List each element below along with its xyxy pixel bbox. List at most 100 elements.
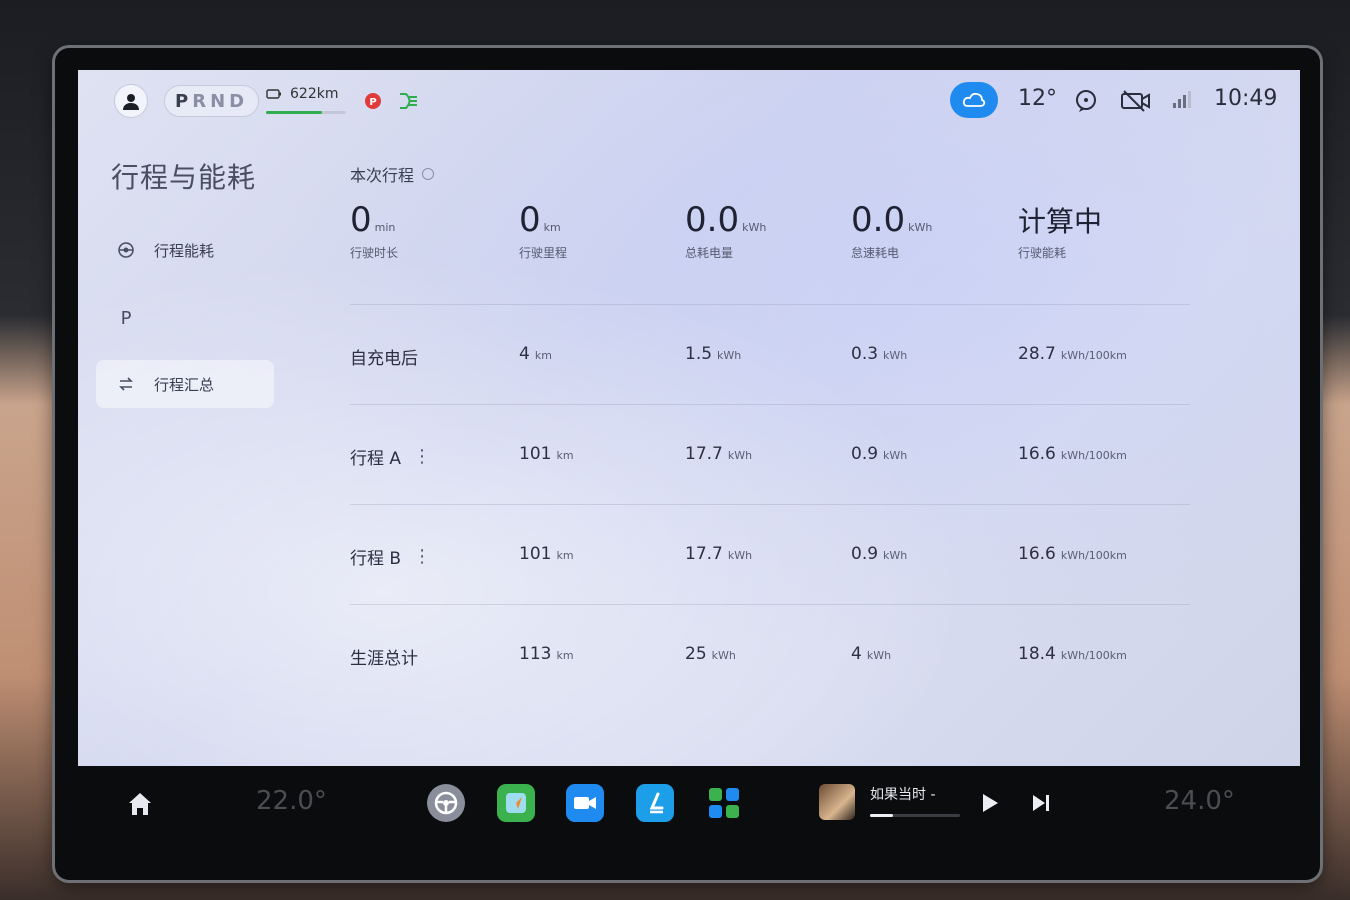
cell-value: 16.6 (1018, 444, 1056, 464)
cell-unit: km (556, 649, 574, 662)
driver-temperature[interactable]: 22.0° (256, 786, 327, 816)
cell-efficiency: 28.7 kWh/100km (1018, 344, 1127, 364)
cell-unit: kWh/100km (1060, 649, 1127, 662)
stat-caption: 总耗电量 (685, 246, 734, 260)
cell-energy: 25 kWh (685, 644, 736, 664)
sidebar-item-trip-energy[interactable]: 行程能耗 (96, 226, 274, 274)
navigation-icon[interactable] (497, 784, 535, 822)
camera-off-icon[interactable] (1120, 89, 1152, 113)
info-icon[interactable] (422, 168, 435, 180)
connected-car-button[interactable] (950, 82, 998, 118)
cloud-icon (962, 92, 986, 107)
stat-unit: km (543, 221, 561, 234)
stat-idle-energy: 0.0 kWh 怠速耗电 (851, 200, 932, 261)
cell-unit: km (534, 349, 552, 362)
cell-unit: kWh (883, 549, 908, 562)
video-call-icon[interactable] (566, 784, 604, 822)
divider (350, 504, 1190, 505)
signal-icon (1170, 89, 1192, 111)
gear-r: R (192, 90, 211, 112)
stat-caption: 行驶时长 (350, 246, 399, 260)
cell-value: 0.9 (851, 544, 879, 564)
stat-distance: 0 km 行驶里程 (519, 200, 567, 261)
divider (350, 604, 1190, 605)
cell-unit: kWh (866, 649, 892, 662)
cell-unit: kWh (883, 349, 908, 362)
cell-value: 18.4 (1018, 644, 1056, 664)
cell-efficiency: 18.4 kWh/100km (1018, 644, 1127, 664)
cell-value: 16.6 (1018, 544, 1056, 564)
cell-value: 17.7 (685, 544, 723, 564)
media-progress[interactable] (870, 814, 960, 817)
more-options-icon[interactable]: ⋮ (413, 546, 431, 567)
play-icon[interactable] (976, 790, 1002, 816)
parking-brake-icon: P (362, 91, 384, 111)
cell-value: 4 (851, 644, 862, 664)
row-label-trip-a: 行程 A ⋮ (350, 444, 431, 469)
home-icon[interactable] (126, 790, 154, 818)
stat-unit: kWh (908, 221, 933, 234)
cell-efficiency: 16.6 kWh/100km (1018, 444, 1127, 464)
stat-efficiency: 计算中 行驶能耗 (1018, 200, 1105, 261)
stat-value: 计算中 (1018, 205, 1103, 238)
divider (350, 304, 1190, 305)
cell-value: 4 (519, 344, 530, 364)
cell-distance: 4 km (519, 344, 552, 364)
target-icon (116, 240, 136, 260)
cell-distance: 101 km (519, 444, 574, 464)
cell-unit: kWh/100km (1060, 449, 1127, 462)
passenger-temperature[interactable]: 24.0° (1164, 786, 1235, 816)
parking-icon: P (120, 307, 132, 329)
stat-caption: 行驶里程 (519, 246, 568, 260)
sidebar-item-trip-summary[interactable]: 行程汇总 (96, 360, 274, 408)
clock: 10:49 (1214, 86, 1278, 111)
range-indicator: 622km (266, 86, 338, 102)
cell-value: 1.5 (685, 344, 713, 364)
outside-temperature: 12° (1018, 86, 1057, 111)
screen: P R N D 622km P 12° 10:49 行程与能耗 行程能耗 P 行… (78, 70, 1300, 766)
cell-unit: kWh (727, 549, 753, 562)
user-avatar[interactable] (114, 84, 148, 118)
cell-idle-energy: 4 kWh (851, 644, 891, 664)
gear-selector: P R N D (164, 85, 260, 117)
album-art[interactable] (819, 784, 855, 820)
cell-idle-energy: 0.9 kWh (851, 544, 907, 564)
cell-value: 28.7 (1018, 344, 1056, 364)
message-icon[interactable] (1073, 88, 1099, 114)
user-icon (123, 94, 139, 110)
more-options-icon[interactable]: ⋮ (413, 446, 431, 467)
steering-icon[interactable] (427, 784, 465, 822)
row-label-text: 行程 B (350, 549, 402, 569)
stat-value: 0.0 (851, 200, 906, 240)
cell-unit: km (556, 449, 574, 462)
gear-p: P (175, 90, 193, 112)
cell-efficiency: 16.6 kWh/100km (1018, 544, 1127, 564)
cell-value: 0.3 (851, 344, 879, 364)
stat-value: 0.0 (685, 200, 740, 240)
seat-icon[interactable] (636, 784, 674, 822)
stat-caption: 怠速耗电 (851, 246, 900, 260)
svg-text:P: P (369, 97, 376, 108)
cell-unit: km (556, 549, 574, 562)
current-trip-title: 本次行程 (350, 166, 415, 185)
swap-icon (116, 374, 136, 394)
cell-idle-energy: 0.3 kWh (851, 344, 907, 364)
row-label-text: 生涯总计 (350, 649, 418, 669)
cell-energy: 1.5 kWh (685, 344, 741, 364)
range-bar (266, 111, 346, 114)
cell-value: 25 (685, 644, 707, 664)
divider (350, 404, 1190, 405)
next-track-icon[interactable] (1028, 790, 1054, 816)
stat-duration: 0 min 行驶时长 (350, 200, 398, 261)
row-label-lifetime: 生涯总计 (350, 644, 418, 669)
row-label-text: 行程 A (350, 449, 402, 469)
cell-value: 0.9 (851, 444, 879, 464)
stat-caption: 行驶能耗 (1018, 246, 1067, 260)
car-battery-icon (266, 89, 281, 99)
sidebar-item-parking[interactable]: P (96, 294, 274, 342)
cell-unit: kWh (717, 349, 742, 362)
apps-grid-icon[interactable] (705, 784, 743, 822)
stat-value: 0 (350, 200, 372, 240)
cell-energy: 17.7 kWh (685, 444, 752, 464)
row-label-trip-b: 行程 B ⋮ (350, 544, 431, 569)
